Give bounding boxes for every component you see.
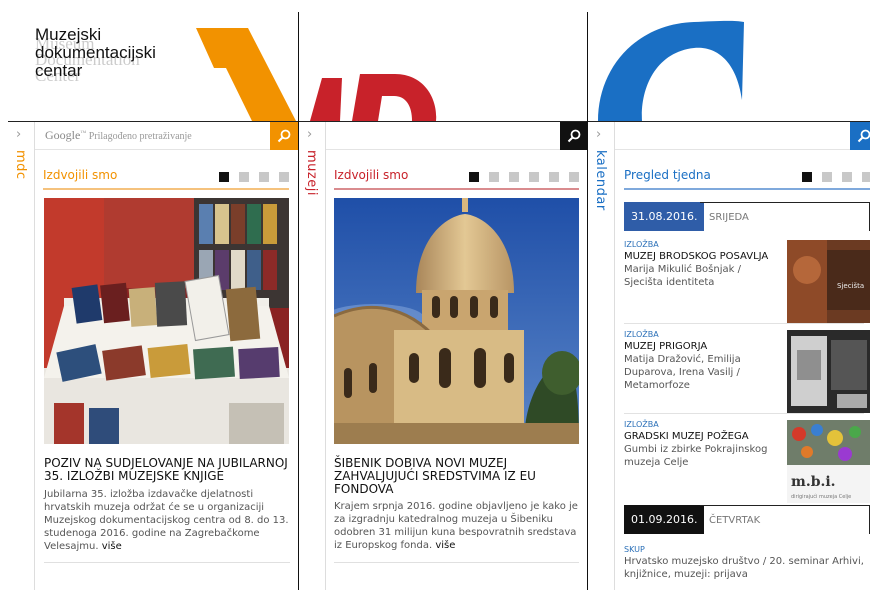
muzeji-column: › muzeji Izdvojili smo ŠIBENIK DOBIVA NO… <box>299 121 588 590</box>
chevron-right-icon[interactable]: › <box>596 127 601 142</box>
carousel-dot[interactable] <box>489 172 499 182</box>
day-header[interactable]: 31.08.2016. SRIJEDA <box>624 202 870 231</box>
event-item[interactable]: IZLOŽBA MUZEJ PRIGORJA Matija Dražović, … <box>624 330 870 413</box>
carousel-dot[interactable] <box>509 172 519 182</box>
kalendar-search-bar[interactable] <box>615 122 870 150</box>
column-divider <box>587 12 588 590</box>
chevron-right-icon[interactable]: › <box>307 127 312 142</box>
event-item[interactable]: IZLOŽBA MUZEJ BRODSKOG POSAVLJA Marija M… <box>624 240 870 323</box>
logo-text[interactable]: Muzejski dokumentacijski centar <box>35 26 156 80</box>
svg-text:Sjecišta: Sjecišta <box>837 282 864 290</box>
svg-text:dirigirajući muzeja Celje: dirigirajući muzeja Celje <box>791 493 851 500</box>
search-icon <box>857 129 870 143</box>
kalendar-section-header: Pregled tjedna <box>624 168 870 190</box>
carousel-dot[interactable] <box>469 172 479 182</box>
event-subtitle: Marija Mikulić Bošnjak / Sjecišta identi… <box>624 264 741 288</box>
search-input[interactable]: Google™ Prilagođeno pretraživanje <box>45 128 192 143</box>
mdc-search-button[interactable] <box>270 122 298 150</box>
event-subtitle[interactable]: Hrvatsko muzejsko društvo / 20. seminar … <box>624 555 864 581</box>
logo-letter-d <box>310 74 437 121</box>
mdc-feature-body: Jubilarna 35. izložba izdavačke djelatno… <box>44 489 289 552</box>
day-date[interactable]: 31.08.2016. <box>624 202 705 231</box>
muzeji-feature-title[interactable]: ŠIBENIK DOBIVA NOVI MUZEJ ZAHVALJUJUĆI S… <box>334 457 579 496</box>
carousel-dots <box>219 172 289 182</box>
section-title: Izdvojili smo <box>334 168 409 182</box>
muzeji-section-header: Izdvojili smo <box>334 168 579 190</box>
day-name: SRIJEDA <box>700 202 870 231</box>
event-type: SKUP <box>624 545 645 554</box>
event-thumbnail[interactable] <box>787 330 870 413</box>
event-item[interactable]: IZLOŽBA GRADSKI MUZEJ POŽEGA Gumbi iz zb… <box>624 420 870 503</box>
mdc-side-tab[interactable]: › mdc <box>8 122 35 590</box>
event-thumbnail[interactable]: Sjecišta <box>787 240 870 323</box>
muzeji-tab-label: muzeji <box>304 150 319 196</box>
read-more-link[interactable]: više <box>102 541 122 552</box>
svg-text:m.b.i.: m.b.i. <box>791 474 836 490</box>
carousel-dot[interactable] <box>219 172 229 182</box>
carousel-dot[interactable] <box>529 172 539 182</box>
event-subtitle: Matija Dražović, Emilija Duparova, Irena… <box>624 354 741 391</box>
carousel-dots <box>469 172 579 182</box>
carousel-dots <box>802 172 870 182</box>
divider <box>624 413 864 414</box>
read-more-link[interactable]: više <box>435 540 455 551</box>
search-icon <box>277 129 291 143</box>
muzeji-search-bar[interactable] <box>326 122 587 150</box>
carousel-dot[interactable] <box>822 172 832 182</box>
divider <box>624 323 864 324</box>
mdc-column: › mdc Google™ Prilagođeno pretraživanje … <box>8 121 298 590</box>
carousel-dot[interactable] <box>279 172 289 182</box>
mdc-tab-label: mdc <box>13 150 28 180</box>
divider <box>44 562 290 563</box>
kalendar-search-button[interactable] <box>850 122 870 150</box>
muzeji-feature-body: Krajem srpnja 2016. godine objavljeno je… <box>334 501 578 551</box>
carousel-dot[interactable] <box>259 172 269 182</box>
carousel-dot[interactable] <box>802 172 812 182</box>
column-divider <box>298 12 299 590</box>
mdc-feature-title[interactable]: POZIV NA SUDJELOVANJE NA JUBILARNOJ 35. … <box>44 457 294 483</box>
section-title: Izdvojili smo <box>43 168 118 182</box>
carousel-dot[interactable] <box>239 172 249 182</box>
day-name: ČETVRTAK <box>700 505 870 534</box>
event-item[interactable]: SKUP Hrvatsko muzejsko društvo / 20. sem… <box>624 545 870 581</box>
logo-letter-c <box>598 20 744 121</box>
carousel-dot[interactable] <box>862 172 870 182</box>
mdc-search-bar[interactable]: Google™ Prilagođeno pretraživanje <box>35 122 298 150</box>
kalendar-tab-label: kalendar <box>593 150 608 211</box>
carousel-dot[interactable] <box>549 172 559 182</box>
muzeji-side-tab[interactable]: › muzeji <box>299 122 326 590</box>
search-icon <box>567 129 581 143</box>
cathedral-photo[interactable] <box>334 198 579 444</box>
muzeji-search-button[interactable] <box>560 122 588 150</box>
site-header: Museum Documentation Center Muzejski dok… <box>0 0 870 121</box>
day-date[interactable]: 01.09.2016. <box>624 505 705 534</box>
event-thumbnail[interactable]: m.b.i. dirigirajući muzeja Celje <box>787 420 870 503</box>
day-header[interactable]: 01.09.2016. ČETVRTAK <box>624 505 870 534</box>
mdc-section-header: Izdvojili smo <box>43 168 289 190</box>
carousel-dot[interactable] <box>842 172 852 182</box>
book-fair-photo[interactable] <box>44 198 289 444</box>
logo-letter-m <box>196 28 296 121</box>
event-subtitle: Gumbi iz zbirke Pokrajinskog muzeja Celj… <box>624 444 768 468</box>
carousel-dot[interactable] <box>569 172 579 182</box>
chevron-right-icon[interactable]: › <box>16 127 21 142</box>
section-title: Pregled tjedna <box>624 168 711 182</box>
kalendar-side-tab[interactable]: › kalendar <box>588 122 615 590</box>
divider <box>334 562 579 563</box>
